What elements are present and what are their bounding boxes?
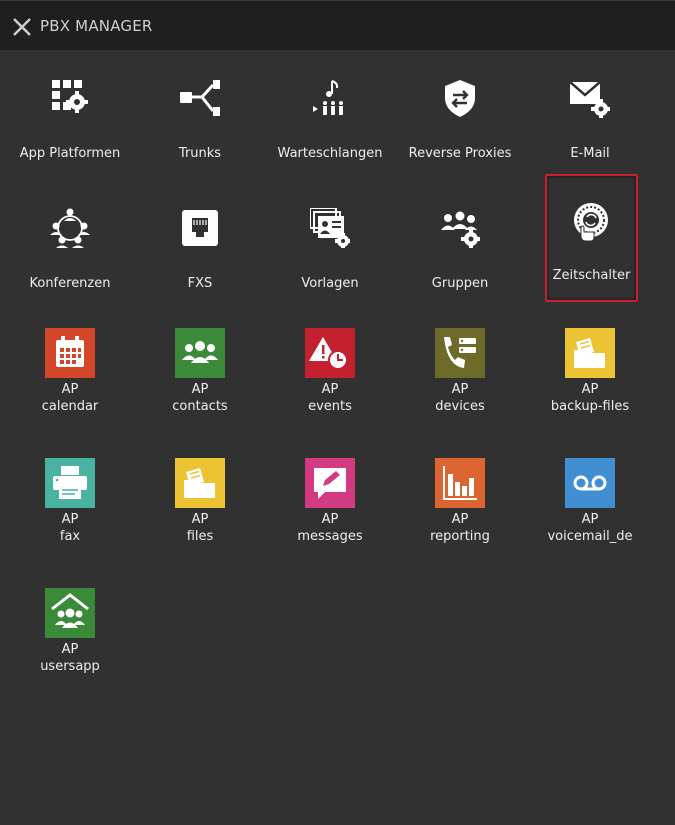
- app-prefix: AP: [321, 382, 339, 397]
- app-name: voicemail_de: [547, 529, 633, 544]
- folder-file-icon: [175, 458, 225, 508]
- app-files[interactable]: AP files: [135, 458, 265, 568]
- app-voicemail[interactable]: AP voicemail_de: [525, 458, 655, 568]
- app-name: backup-files: [550, 399, 630, 414]
- message-edit-icon: [305, 458, 355, 508]
- app-name: fax: [59, 529, 81, 544]
- app-prefix: AP: [321, 512, 339, 527]
- calendar-icon: [45, 328, 95, 378]
- app-fax[interactable]: AP fax: [5, 458, 135, 568]
- app-reporting[interactable]: AP reporting: [395, 458, 525, 568]
- house-users-icon: [45, 588, 95, 638]
- templates-icon: [310, 208, 350, 248]
- app-name: files: [186, 529, 214, 544]
- tile-label: Konferenzen: [29, 276, 111, 291]
- app-name: calendar: [41, 399, 99, 414]
- tile-vorlagen[interactable]: Vorlagen: [265, 186, 395, 296]
- app-name: reporting: [430, 529, 490, 544]
- tile-gruppen[interactable]: Gruppen: [395, 186, 525, 296]
- tile-label: App Platformen: [19, 146, 121, 161]
- queue-music-icon: [310, 78, 350, 118]
- tile-reverse-proxies[interactable]: Reverse Proxies: [395, 56, 525, 166]
- tile-trunks[interactable]: Trunks: [135, 56, 265, 166]
- tile-label: Gruppen: [431, 276, 489, 291]
- app-prefix: AP: [191, 382, 209, 397]
- tile-label: FXS: [187, 276, 213, 291]
- app-prefix: AP: [61, 382, 79, 397]
- apps-gear-icon: [50, 78, 90, 118]
- app-name: devices: [435, 399, 485, 414]
- app-name: messages: [297, 529, 363, 544]
- tile-zeitschalter[interactable]: Zeitschalter: [545, 174, 638, 302]
- close-icon[interactable]: [11, 16, 33, 38]
- app-calendar[interactable]: AP calendar: [5, 328, 135, 438]
- conference-icon: [50, 208, 90, 248]
- tile-label: Zeitschalter: [552, 268, 631, 283]
- groups-gear-icon: [440, 208, 480, 248]
- tile-warteschlangen[interactable]: Warteschlangen: [265, 56, 395, 166]
- phone-list-icon: [435, 328, 485, 378]
- tile-email[interactable]: E-Mail: [525, 56, 655, 166]
- app-prefix: AP: [581, 382, 599, 397]
- mail-gear-icon: [570, 78, 610, 118]
- tile-label: Trunks: [178, 146, 222, 161]
- app-name: contacts: [172, 399, 228, 414]
- timer-dial-icon: [571, 202, 611, 242]
- app-usersapp[interactable]: AP usersapp: [5, 588, 135, 698]
- tile-label: Vorlagen: [301, 276, 359, 291]
- app-name: events: [308, 399, 352, 414]
- app-devices[interactable]: AP devices: [395, 328, 525, 438]
- app-prefix: AP: [61, 642, 79, 657]
- tile-label: Warteschlangen: [277, 146, 383, 161]
- folder-file-icon: [565, 328, 615, 378]
- trunk-branch-icon: [180, 78, 220, 118]
- printer-icon: [45, 458, 95, 508]
- app-messages[interactable]: AP messages: [265, 458, 395, 568]
- page-title: PBX MANAGER: [40, 17, 153, 35]
- app-header: PBX MANAGER: [0, 0, 675, 50]
- app-prefix: AP: [451, 512, 469, 527]
- tile-label: Reverse Proxies: [408, 146, 512, 161]
- app-prefix: AP: [451, 382, 469, 397]
- bar-chart-icon: [435, 458, 485, 508]
- app-events[interactable]: AP events: [265, 328, 395, 438]
- tile-app-platformen[interactable]: App Platformen: [5, 56, 135, 166]
- tile-konferenzen[interactable]: Konferenzen: [5, 186, 135, 296]
- app-prefix: AP: [61, 512, 79, 527]
- app-name: usersapp: [40, 659, 100, 674]
- shield-arrows-icon: [440, 78, 480, 118]
- tile-fxs[interactable]: FXS: [135, 186, 265, 296]
- phone-jack-icon: [180, 208, 220, 248]
- app-contacts[interactable]: AP contacts: [135, 328, 265, 438]
- app-prefix: AP: [581, 512, 599, 527]
- tile-label: E-Mail: [570, 146, 610, 161]
- alert-clock-icon: [305, 328, 355, 378]
- app-prefix: AP: [191, 512, 209, 527]
- voicemail-icon: [565, 458, 615, 508]
- app-backup-files[interactable]: AP backup-files: [525, 328, 655, 438]
- contacts-icon: [175, 328, 225, 378]
